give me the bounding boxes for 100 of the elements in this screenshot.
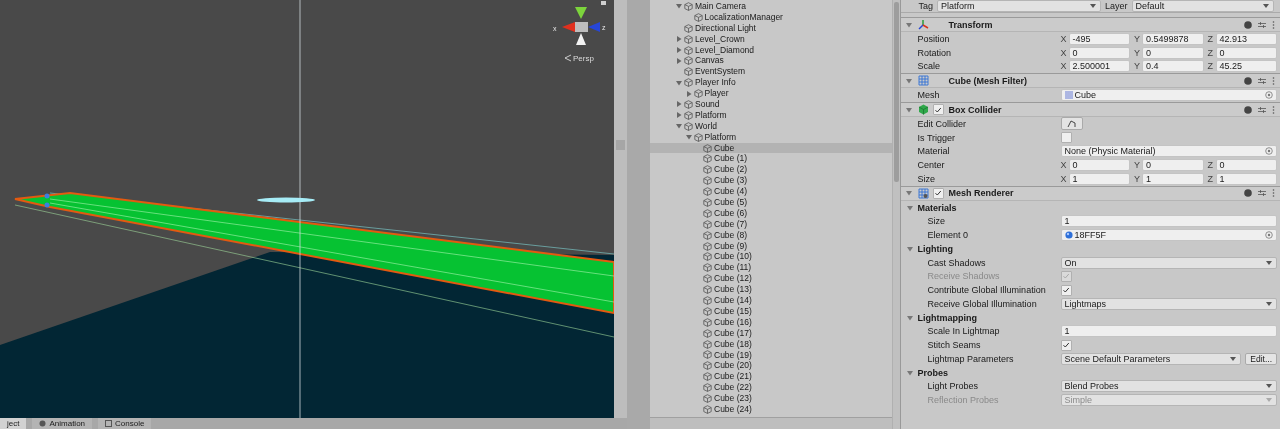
hierarchy-item[interactable]: Player Info: [650, 77, 892, 89]
panel-tab[interactable]: ject: [0, 418, 27, 429]
expanded-arrow-icon[interactable]: [905, 77, 912, 84]
expanded-arrow-icon[interactable]: [905, 106, 912, 113]
hierarchy-item[interactable]: Cube (8): [650, 229, 892, 241]
kebab-menu-icon[interactable]: [1272, 189, 1275, 198]
hierarchy-item[interactable]: World: [650, 120, 892, 132]
hierarchy-item[interactable]: Cube (22): [650, 382, 892, 394]
hierarchy-item[interactable]: Cube (9): [650, 240, 892, 252]
hierarchy-item[interactable]: Sound: [650, 99, 892, 110]
help-icon[interactable]: [1244, 20, 1252, 29]
panel-tab[interactable]: Animation: [32, 418, 93, 429]
target-icon[interactable]: [1265, 231, 1273, 240]
expanded-arrow-icon[interactable]: [906, 245, 913, 252]
panel-tab[interactable]: Console: [98, 418, 152, 429]
number-field[interactable]: 0.4: [1142, 60, 1204, 73]
hierarchy-item[interactable]: Directional Light: [650, 22, 892, 34]
object-field[interactable]: Cube: [1060, 89, 1277, 102]
component-header[interactable]: Cube (Mesh Filter): [900, 73, 1280, 89]
number-field[interactable]: 0.5499878: [1142, 32, 1204, 45]
hierarchy-item[interactable]: Cube (15): [650, 305, 892, 317]
dropdown[interactable]: Blend Probes: [1060, 380, 1277, 393]
number-field[interactable]: 1: [1068, 172, 1131, 185]
component-header[interactable]: Transform: [900, 17, 1280, 32]
collapsed-arrow-icon[interactable]: [676, 57, 682, 64]
hierarchy-item[interactable]: Cube (18): [650, 338, 892, 350]
hierarchy-item[interactable]: Canvas: [650, 55, 892, 67]
hierarchy-item[interactable]: Cube (20): [650, 360, 892, 372]
hierarchy-item[interactable]: Cube (16): [650, 316, 892, 328]
hierarchy-item[interactable]: Platform: [650, 109, 892, 121]
hierarchy-item[interactable]: Cube (2): [650, 164, 892, 176]
expanded-arrow-icon[interactable]: [685, 134, 692, 141]
hierarchy-item[interactable]: Cube (10): [650, 251, 892, 263]
hierarchy-item[interactable]: Player: [650, 88, 892, 99]
kebab-menu-icon[interactable]: [1272, 105, 1275, 114]
hierarchy-item[interactable]: Cube (12): [650, 273, 892, 285]
hierarchy-item[interactable]: Cube (5): [650, 197, 892, 208]
number-field[interactable]: 0: [1068, 46, 1131, 59]
number-field[interactable]: 1: [1215, 172, 1277, 185]
edit-button[interactable]: Edit...: [1245, 352, 1277, 365]
hierarchy-item[interactable]: Level_Crown: [650, 33, 892, 45]
number-field[interactable]: 0: [1215, 46, 1277, 59]
hierarchy-item[interactable]: Level_Diamond: [650, 44, 892, 56]
scrollbar[interactable]: [891, 0, 900, 429]
hierarchy-item[interactable]: Cube (14): [650, 295, 892, 306]
checkbox[interactable]: [1060, 284, 1072, 296]
hierarchy-item[interactable]: EventSystem: [650, 66, 892, 78]
collapsed-arrow-icon[interactable]: [676, 47, 682, 53]
projection-label[interactable]: Persp: [573, 54, 594, 63]
expanded-arrow-icon[interactable]: [906, 204, 913, 211]
number-field[interactable]: -495: [1068, 32, 1131, 45]
expanded-arrow-icon[interactable]: [905, 21, 912, 28]
checkbox[interactable]: [1060, 339, 1072, 351]
text-field[interactable]: 1: [1060, 215, 1277, 228]
collapsed-arrow-icon[interactable]: [685, 90, 692, 97]
expanded-arrow-icon[interactable]: [676, 123, 682, 130]
component-header[interactable]: Mesh Renderer: [900, 185, 1280, 201]
hierarchy-item[interactable]: Cube (17): [650, 327, 892, 339]
number-field[interactable]: 45.25: [1215, 60, 1277, 73]
collapsed-arrow-icon[interactable]: [676, 112, 682, 119]
checkbox[interactable]: [1060, 132, 1072, 144]
hierarchy-item[interactable]: Cube (24): [650, 403, 892, 415]
expanded-arrow-icon[interactable]: [905, 190, 912, 197]
help-icon[interactable]: [1244, 76, 1252, 85]
hierarchy-item[interactable]: Cube (1): [650, 153, 892, 165]
hierarchy-item[interactable]: Cube (3): [650, 175, 892, 187]
hierarchy-item[interactable]: Cube (11): [650, 262, 892, 274]
hierarchy-item[interactable]: Cube (13): [650, 284, 892, 296]
number-field[interactable]: 42.913: [1215, 32, 1277, 45]
hierarchy-item[interactable]: Main Camera: [650, 1, 892, 12]
number-field[interactable]: 0: [1142, 159, 1204, 172]
edit-collider-button[interactable]: [1060, 117, 1083, 131]
expanded-arrow-icon[interactable]: [676, 79, 682, 86]
expanded-arrow-icon[interactable]: [676, 3, 682, 10]
sliders-icon[interactable]: [1258, 189, 1266, 198]
dropdown[interactable]: Lightmaps: [1060, 297, 1277, 310]
dropdown[interactable]: On: [1060, 256, 1277, 269]
hierarchy-item[interactable]: Cube (4): [650, 186, 892, 198]
hierarchy-item[interactable]: LocalizationManager: [650, 11, 892, 23]
expanded-arrow-icon[interactable]: [906, 369, 913, 376]
checkbox[interactable]: [932, 187, 944, 199]
target-icon[interactable]: [1265, 147, 1273, 156]
expanded-arrow-icon[interactable]: [906, 314, 913, 321]
number-field[interactable]: 0: [1215, 159, 1277, 172]
checkbox[interactable]: [932, 104, 944, 115]
collapsed-arrow-icon[interactable]: [676, 36, 682, 43]
hierarchy-item[interactable]: Cube (23): [650, 393, 892, 404]
sliders-icon[interactable]: [1258, 76, 1266, 85]
hierarchy-item[interactable]: Cube (21): [650, 371, 892, 383]
object-field[interactable]: 18FF5F: [1060, 229, 1277, 242]
dropdown[interactable]: Scene Default Parameters: [1060, 352, 1242, 365]
number-field[interactable]: 0: [1068, 159, 1131, 172]
sliders-icon[interactable]: [1258, 20, 1266, 29]
kebab-menu-icon[interactable]: [1272, 20, 1275, 29]
help-icon[interactable]: [1244, 189, 1252, 198]
axis-gizmo-drawing[interactable]: [562, 7, 600, 45]
help-icon[interactable]: [1244, 105, 1252, 114]
component-header[interactable]: Box Collider: [900, 102, 1280, 117]
collapsed-arrow-icon[interactable]: [676, 101, 682, 108]
sliders-icon[interactable]: [1258, 105, 1266, 114]
